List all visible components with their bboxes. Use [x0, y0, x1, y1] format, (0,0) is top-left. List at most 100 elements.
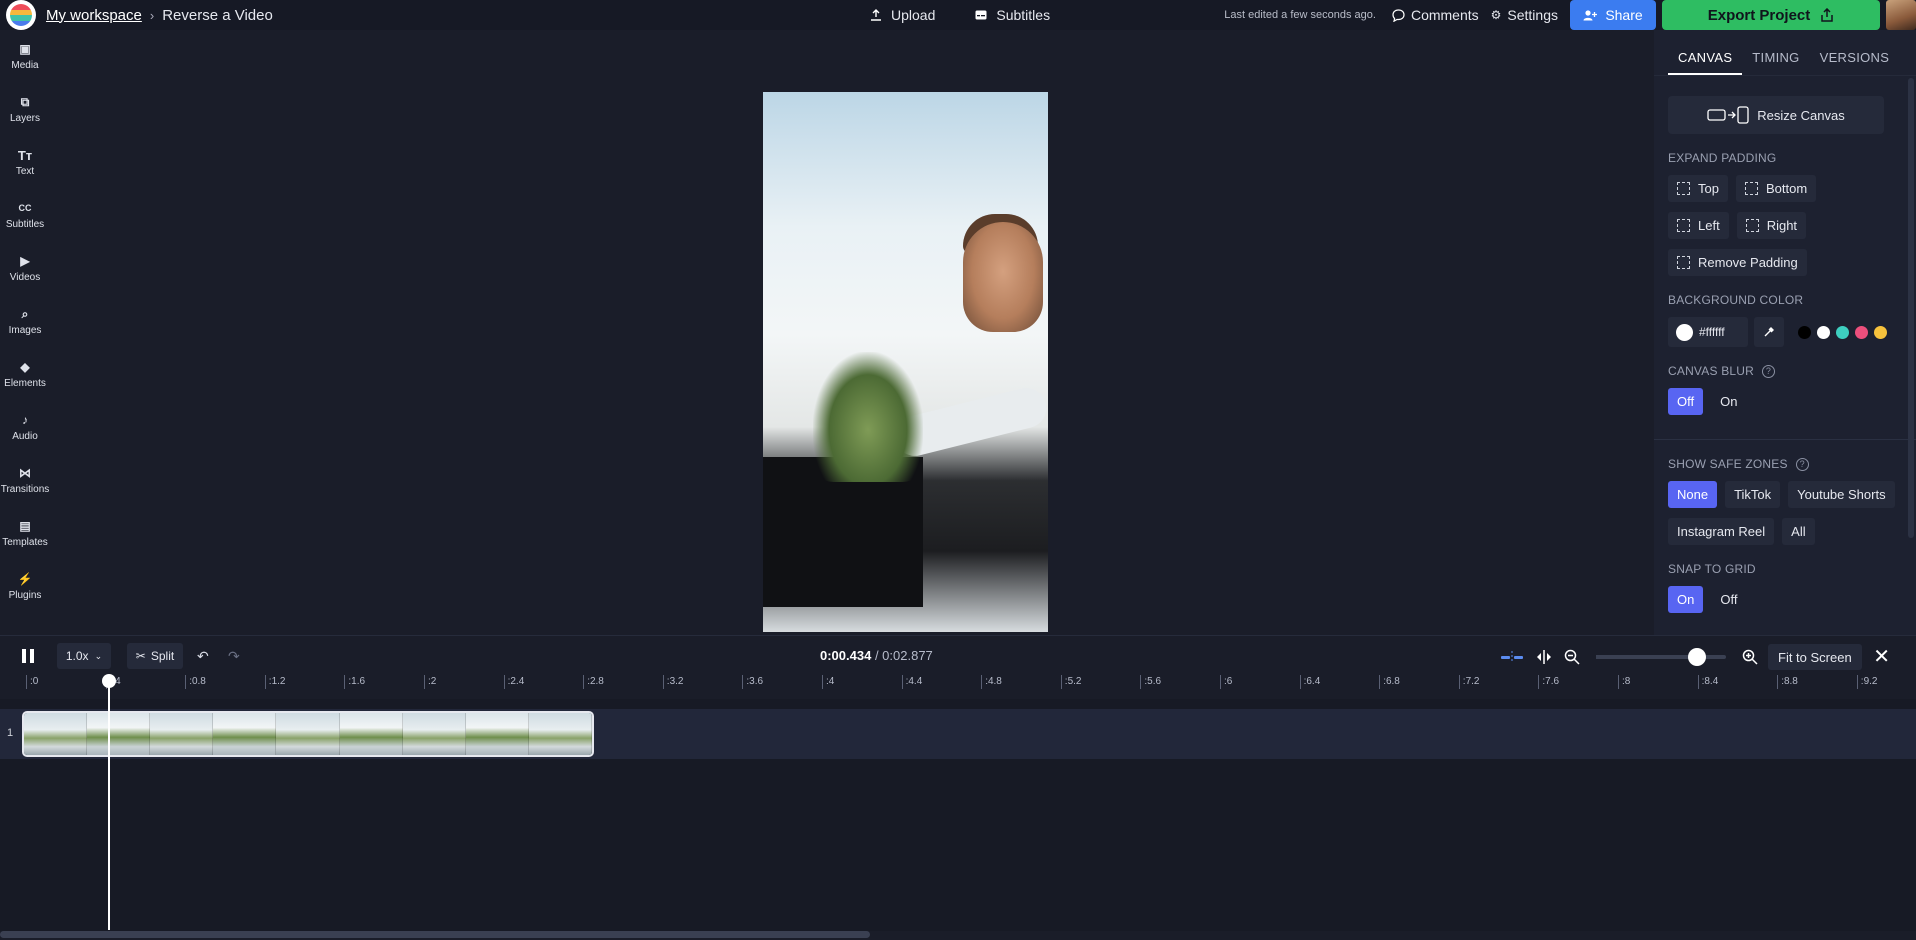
sidebar-item-label: Templates	[2, 537, 48, 548]
tab-versions[interactable]: VERSIONS	[1810, 50, 1900, 75]
help-icon[interactable]: ?	[1762, 365, 1775, 378]
redo-icon[interactable]: ↷	[228, 648, 240, 665]
split-button[interactable]: ✂ Split	[127, 643, 183, 669]
pause-button[interactable]	[22, 649, 36, 663]
video-preview[interactable]	[763, 92, 1048, 632]
ruler-tick: :4	[822, 675, 834, 689]
clip-thumbnail-frame	[276, 713, 339, 755]
ruler-tick: :9.2	[1857, 675, 1878, 689]
zoom-slider-handle[interactable]	[1688, 648, 1706, 666]
sidebar-item-label: Videos	[10, 272, 40, 283]
upload-button[interactable]: Upload	[870, 7, 935, 23]
zoom-in-icon[interactable]	[1742, 649, 1758, 665]
color-swatch[interactable]	[1836, 326, 1849, 339]
background-color-input[interactable]: #ffffff	[1668, 317, 1748, 347]
layers-icon: ⧉	[18, 95, 32, 109]
color-swatch[interactable]	[1874, 326, 1887, 339]
safe-zones-row-2: Instagram Reel All	[1668, 518, 1916, 545]
images-icon: ⌕	[18, 307, 32, 321]
sidebar-item-elements[interactable]: ◆Elements	[0, 348, 50, 401]
color-swatch[interactable]	[1817, 326, 1830, 339]
dashed-box-icon	[1745, 182, 1758, 195]
playhead[interactable]	[108, 680, 110, 930]
ruler-tick: :6	[1220, 675, 1232, 689]
export-project-button[interactable]: Export Project	[1662, 0, 1880, 30]
eyedropper-button[interactable]	[1754, 317, 1784, 347]
timeline-controls: 1.0x ⌄ ✂ Split ↶ ↷ 0:00.434 / 0:02.877 F…	[0, 635, 1916, 675]
comments-button[interactable]: Comments	[1392, 7, 1479, 23]
preview-subject-face	[963, 222, 1043, 332]
safe-zone-all-button[interactable]: All	[1782, 518, 1814, 545]
playhead-handle[interactable]	[102, 674, 116, 688]
project-title[interactable]: Reverse a Video	[162, 7, 273, 24]
safe-zone-none-button[interactable]: None	[1668, 481, 1717, 508]
safe-zone-instagram-reel-button[interactable]: Instagram Reel	[1668, 518, 1774, 545]
videos-icon: ▶	[18, 254, 32, 268]
undo-icon[interactable]: ↶	[197, 648, 209, 665]
snap-on-button[interactable]: On	[1668, 586, 1703, 613]
playback-speed-select[interactable]: 1.0x ⌄	[57, 643, 111, 669]
sidebar-item-label: Elements	[4, 378, 46, 389]
ruler-tick: :2.4	[504, 675, 525, 689]
ruler-tick: :0	[26, 675, 38, 689]
snap-to-grid-title: SNAP TO GRID	[1668, 562, 1916, 576]
canvas-blur-on-button[interactable]: On	[1711, 388, 1746, 415]
canvas-blur-off-button[interactable]: Off	[1668, 388, 1703, 415]
chevron-down-icon: ⌄	[95, 651, 103, 662]
avatar[interactable]	[1886, 0, 1916, 30]
preview-bottles	[813, 352, 923, 482]
media-icon: ▣	[18, 42, 32, 56]
sidebar-item-audio[interactable]: ♪Audio	[0, 401, 50, 454]
sidebar-item-transitions[interactable]: ⋈Transitions	[0, 454, 50, 507]
sidebar-item-videos[interactable]: ▶ Videos	[0, 242, 50, 295]
sidebar-item-media[interactable]: ▣Media	[0, 30, 50, 83]
safe-zone-tiktok-button[interactable]: TikTok	[1725, 481, 1780, 508]
timeline-ruler[interactable]: :0:.4:0.8:1.2:1.6:2:2.4:2.8:3.2:3.6:4:4.…	[0, 675, 1916, 699]
padding-left-label: Left	[1698, 218, 1720, 233]
playback-speed-value: 1.0x	[66, 649, 89, 663]
sidebar-item-text[interactable]: TтText	[0, 136, 50, 189]
snap-off-button[interactable]: Off	[1711, 586, 1746, 613]
color-swatch[interactable]	[1855, 326, 1868, 339]
close-timeline-icon[interactable]: ✕	[1873, 644, 1890, 669]
breadcrumb-workspace-link[interactable]: My workspace	[46, 7, 142, 24]
logo-stripes	[10, 4, 32, 26]
fit-to-screen-button[interactable]: Fit to Screen	[1768, 644, 1862, 670]
remove-padding-button[interactable]: Remove Padding	[1668, 249, 1807, 276]
share-button[interactable]: Share	[1570, 0, 1656, 30]
subtitles-icon: CC	[18, 201, 32, 215]
resize-canvas-icon	[1707, 106, 1749, 124]
clip-thumbnail-frame	[403, 713, 466, 755]
safe-zones-row-1: None TikTok Youtube Shorts	[1668, 481, 1916, 508]
top-right-actions: Last edited a few seconds ago. Comments …	[1224, 0, 1916, 30]
sidebar-item-label: Transitions	[1, 484, 50, 495]
help-icon[interactable]: ?	[1796, 458, 1809, 471]
padding-left-button[interactable]: Left	[1668, 212, 1729, 239]
upload-label: Upload	[891, 7, 935, 23]
magnet-snap-icon[interactable]	[1500, 650, 1524, 664]
resize-canvas-button[interactable]: Resize Canvas	[1668, 96, 1884, 134]
tab-timing[interactable]: TIMING	[1742, 50, 1809, 75]
sidebar-item-plugins[interactable]: ⚡Plugins	[0, 560, 50, 613]
ruler-tick: :5.6	[1140, 675, 1161, 689]
properties-panel: CANVAS TIMING VERSIONS Resize Canvas EXP…	[1654, 30, 1916, 635]
sidebar-item-layers[interactable]: ⧉Layers	[0, 83, 50, 136]
color-swatch[interactable]	[1798, 326, 1811, 339]
sidebar-item-images[interactable]: ⌕Images	[0, 295, 50, 348]
total-time: 0:02.877	[882, 648, 933, 663]
zoom-slider[interactable]	[1596, 655, 1726, 659]
timeline-horizontal-scrollbar[interactable]	[0, 931, 870, 938]
padding-top-button[interactable]: Top	[1668, 175, 1728, 202]
split-view-icon[interactable]	[1534, 649, 1554, 665]
tab-canvas[interactable]: CANVAS	[1668, 50, 1742, 75]
zoom-out-icon[interactable]	[1564, 649, 1580, 665]
safe-zone-youtube-shorts-button[interactable]: Youtube Shorts	[1788, 481, 1894, 508]
app-logo[interactable]	[6, 0, 36, 30]
subtitles-button[interactable]: Subtitles	[975, 7, 1050, 23]
settings-button[interactable]: ⚙ Settings	[1491, 7, 1558, 23]
sidebar-item-subtitles[interactable]: CCSubtitles	[0, 189, 50, 242]
sidebar-item-templates[interactable]: ▤Templates	[0, 507, 50, 560]
padding-right-button[interactable]: Right	[1737, 212, 1806, 239]
padding-bottom-button[interactable]: Bottom	[1736, 175, 1816, 202]
panel-scrollbar[interactable]	[1908, 78, 1914, 538]
